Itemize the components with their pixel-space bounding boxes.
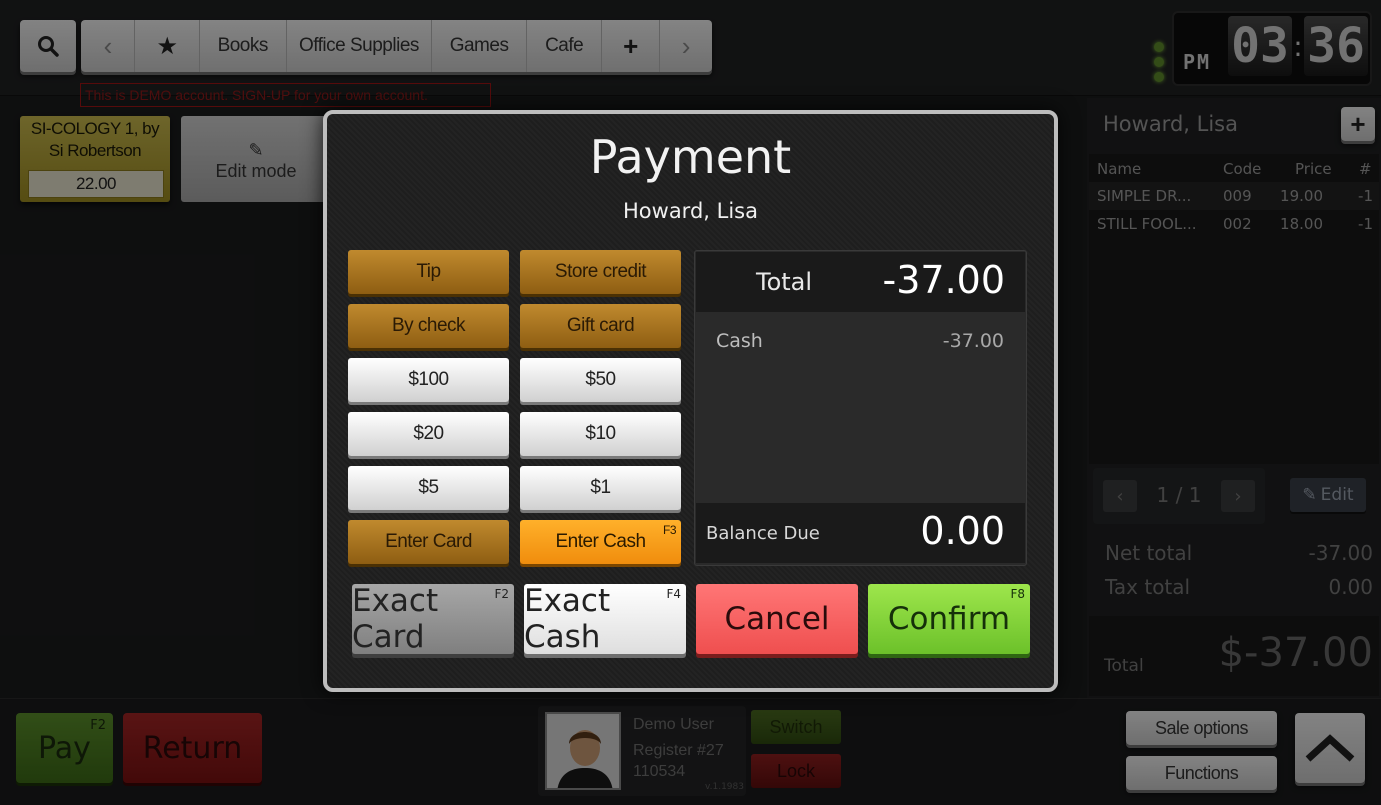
balance-due-value: 0.00 xyxy=(920,509,1005,553)
confirm-label: Confirm xyxy=(887,601,1011,637)
cash-payment-value: -37.00 xyxy=(942,330,1004,352)
exact-cash-button[interactable]: Exact Cash F4 xyxy=(524,583,686,655)
balance-due-row: Balance Due 0.00 xyxy=(696,503,1025,563)
cancel-button[interactable]: Cancel xyxy=(696,584,858,654)
payment-total-value: -37.00 xyxy=(882,258,1006,302)
cash-20-button[interactable]: $20 xyxy=(348,412,509,456)
exact-card-button[interactable]: Exact Card F2 xyxy=(352,583,514,655)
exact-card-label: Exact Card xyxy=(352,583,439,655)
confirm-button[interactable]: Confirm F8 xyxy=(868,584,1030,654)
cash-100-button[interactable]: $100 xyxy=(348,358,509,402)
enter-cash-button[interactable]: Enter Cash F3 xyxy=(520,520,681,564)
payment-total-row: Total -37.00 xyxy=(696,252,1025,312)
cash-5-button[interactable]: $5 xyxy=(348,466,509,510)
enter-cash-shortcut: F3 xyxy=(662,523,677,537)
payment-total-label: Total xyxy=(756,268,813,296)
cash-10-button[interactable]: $10 xyxy=(520,412,681,456)
payment-title: Payment xyxy=(589,130,792,184)
cash-payment-label[interactable]: Cash xyxy=(716,330,763,352)
exact-card-shortcut: F2 xyxy=(494,587,509,601)
store-credit-button[interactable]: Store credit xyxy=(520,250,681,294)
exact-cash-label: Exact Cash xyxy=(524,583,611,655)
balance-due-label: Balance Due xyxy=(706,523,820,544)
enter-cash-label: Enter Cash xyxy=(555,531,646,552)
cash-50-button[interactable]: $50 xyxy=(520,358,681,402)
payment-customer: Howard, Lisa xyxy=(623,199,758,223)
tip-button[interactable]: Tip xyxy=(348,250,509,294)
by-check-button[interactable]: By check xyxy=(348,304,509,348)
exact-cash-shortcut: F4 xyxy=(666,587,681,601)
cash-1-button[interactable]: $1 xyxy=(520,466,681,510)
enter-card-button[interactable]: Enter Card xyxy=(348,520,509,564)
confirm-shortcut: F8 xyxy=(1010,587,1025,601)
gift-card-button[interactable]: Gift card xyxy=(520,304,681,348)
